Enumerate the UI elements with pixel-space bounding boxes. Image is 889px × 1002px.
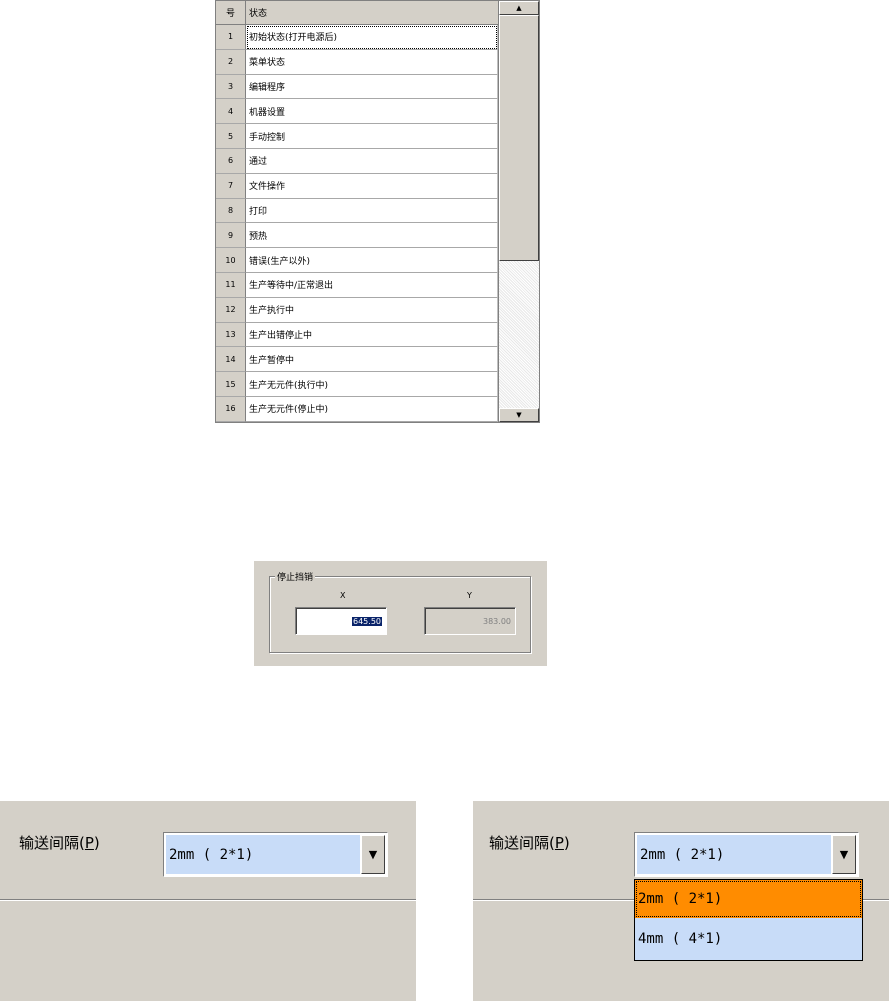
row-status-cell[interactable]: 机器设置 (246, 99, 498, 125)
table-row[interactable]: 16 生产无元件(停止中) (216, 396, 498, 422)
table-row[interactable]: 6 通过 (216, 148, 498, 174)
conveyor-interval-panel-open: 输送间隔(P) 2mm ( 2*1) ▼ 2mm ( 2*1) 4mm ( 4*… (473, 801, 889, 1001)
row-status-cell[interactable]: 生产出错停止中 (246, 322, 498, 348)
x-value-selected-text: 645.50 (352, 616, 382, 626)
y-axis-label: Y (467, 591, 472, 600)
row-status-cell[interactable]: 文件操作 (246, 173, 498, 199)
table-row[interactable]: 11 生产等待中/正常退出 (216, 272, 498, 298)
conveyor-interval-selected-value: 2mm ( 2*1) (166, 835, 360, 874)
dropdown-option-4mm[interactable]: 4mm ( 4*1) (635, 920, 862, 958)
table-row[interactable]: 4 机器设置 (216, 99, 498, 125)
row-number: 4 (216, 99, 246, 125)
y-value-input: 383.00 (424, 607, 516, 635)
row-status-cell[interactable]: 编辑程序 (246, 74, 498, 100)
conveyor-interval-selected-value: 2mm ( 2*1) (637, 835, 831, 874)
divider (0, 899, 416, 901)
table-row[interactable]: 13 生产出错停止中 (216, 322, 498, 348)
row-number: 8 (216, 198, 246, 224)
row-number: 11 (216, 272, 246, 298)
table-row[interactable]: 5 手动控制 (216, 124, 498, 149)
table-row[interactable]: 2 菜单状态 (216, 49, 498, 75)
row-status-cell[interactable]: 生产无元件(停止中) (246, 396, 498, 422)
row-number: 7 (216, 173, 246, 199)
row-number: 10 (216, 248, 246, 273)
conveyor-interval-label: 输送间隔(P) (489, 834, 570, 852)
table-row[interactable]: 7 文件操作 (216, 173, 498, 199)
dropdown-option-2mm[interactable]: 2mm ( 2*1) (635, 880, 862, 918)
row-status-cell[interactable]: 通过 (246, 148, 498, 174)
table-row[interactable]: 9 预热 (216, 223, 498, 249)
chevron-down-icon: ▼ (839, 848, 849, 861)
row-status-cell[interactable]: 初始状态(打开电源后) (246, 25, 498, 50)
row-number: 1 (216, 25, 246, 50)
row-number: 14 (216, 347, 246, 373)
row-status-cell[interactable]: 错误(生产以外) (246, 248, 498, 273)
row-number: 3 (216, 74, 246, 100)
row-number: 2 (216, 49, 246, 75)
table-header: 号 状态 (216, 1, 498, 25)
table-row[interactable]: 14 生产暂停中 (216, 347, 498, 373)
stop-pin-legend: 停止挡销 (275, 570, 316, 583)
row-status-cell[interactable]: 生产执行中 (246, 297, 498, 323)
dropdown-arrow-button[interactable]: ▼ (361, 835, 385, 874)
row-status-cell[interactable]: 生产等待中/正常退出 (246, 272, 498, 298)
table-row[interactable]: 10 错误(生产以外) (216, 248, 498, 273)
stop-pin-panel: 停止挡销 X Y 645.50 383.00 (254, 561, 547, 666)
row-number: 16 (216, 396, 246, 422)
x-value-input[interactable]: 645.50 (295, 607, 387, 635)
table-row[interactable]: 12 生产执行中 (216, 297, 498, 323)
conveyor-interval-select[interactable]: 2mm ( 2*1) ▼ (634, 832, 859, 877)
table-row[interactable]: 8 打印 (216, 198, 498, 224)
table-row[interactable]: 1 初始状态(打开电源后) (216, 25, 498, 50)
conveyor-interval-panel-closed: 输送间隔(P) 2mm ( 2*1) ▼ (0, 801, 416, 1001)
scroll-thumb[interactable] (499, 15, 539, 261)
conveyor-interval-dropdown-list: 2mm ( 2*1) 4mm ( 4*1) (634, 879, 863, 961)
row-number: 5 (216, 124, 246, 149)
conveyor-interval-select[interactable]: 2mm ( 2*1) ▼ (163, 832, 388, 877)
column-header-status[interactable]: 状态 (246, 1, 498, 25)
scroll-up-button[interactable]: ▲ (499, 1, 539, 15)
column-header-no[interactable]: 号 (216, 1, 246, 25)
x-axis-label: X (340, 591, 346, 600)
vertical-scrollbar[interactable]: ▲ ▼ (498, 1, 539, 422)
row-number: 6 (216, 148, 246, 174)
row-status-cell[interactable]: 生产无元件(执行中) (246, 372, 498, 397)
row-number: 9 (216, 223, 246, 249)
scroll-down-button[interactable]: ▼ (499, 408, 539, 422)
conveyor-interval-label-text: 输送间隔 (19, 834, 80, 852)
chevron-down-icon: ▼ (368, 848, 378, 861)
row-number: 12 (216, 297, 246, 323)
row-status-cell[interactable]: 生产暂停中 (246, 347, 498, 373)
table-row[interactable]: 15 生产无元件(执行中) (216, 372, 498, 397)
conveyor-interval-label-text: 输送间隔 (489, 834, 550, 852)
row-number: 15 (216, 372, 246, 397)
table-row[interactable]: 3 编辑程序 (216, 74, 498, 100)
row-status-cell[interactable]: 菜单状态 (246, 49, 498, 75)
conveyor-interval-label: 输送间隔(P) (19, 834, 100, 852)
row-status-cell[interactable]: 手动控制 (246, 124, 498, 149)
conveyor-interval-hotkey: P (84, 834, 94, 852)
conveyor-interval-hotkey: P (554, 834, 564, 852)
scroll-up-arrow-icon: ▲ (516, 4, 522, 12)
table-body: 1 初始状态(打开电源后) 2 菜单状态 3 编辑程序 4 机器设置 5 手动控制 6 通过 7 文件操作… (216, 25, 498, 422)
status-table: 号 状态 1 初始状态(打开电源后) 2 菜单状态 3 编辑程序 4 机器设置 5 手动控制 6 通过… (215, 0, 540, 423)
scroll-down-arrow-icon: ▼ (516, 411, 522, 419)
dropdown-arrow-button[interactable]: ▼ (832, 835, 856, 874)
row-status-cell[interactable]: 预热 (246, 223, 498, 249)
row-status-cell[interactable]: 打印 (246, 198, 498, 224)
row-number: 13 (216, 322, 246, 348)
